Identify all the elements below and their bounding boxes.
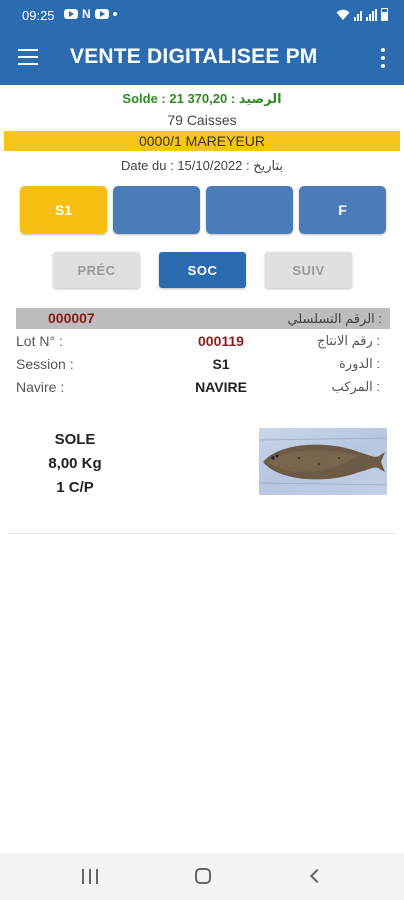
product-details: SOLE 8,00 Kg 1 C/P [30,428,120,500]
signal-icon [366,8,377,21]
navire-label: Navire : [16,379,65,395]
product-name: SOLE [54,431,96,448]
youtube-icon [94,9,109,19]
notification-icons: N [64,7,117,21]
navire-label-ar: المركب : [331,379,380,394]
session-tab-2[interactable] [113,186,200,234]
lot-label: Lot N° : [16,333,63,349]
session-tab-f[interactable]: F [299,186,386,234]
session-label: Session : [16,356,74,372]
serial-number-value: 000007 [48,310,95,326]
lot-navigation: PRÉC SOC SUIV [53,252,353,288]
serial-number-label-ar: الرقم التسلسلي : [287,311,382,326]
navire-row: Navire : NAVIRE المركب : [16,379,390,399]
previous-button[interactable]: PRÉC [53,252,140,288]
app-bar: VENTE DIGITALISEE PM [0,31,404,85]
back-icon[interactable] [309,868,325,884]
sole-fish-photo [259,428,387,495]
solde-balance: Solde : 21 370,20 : الرصيد [122,91,282,106]
youtube-icon [64,9,78,19]
system-navigation-bar [0,853,404,900]
signal-icon [354,9,362,21]
app-title: VENTE DIGITALISEE PM [70,45,318,68]
soc-button[interactable]: SOC [159,252,246,288]
home-icon[interactable] [195,868,211,884]
status-time: 09:25 [22,8,55,23]
recent-apps-icon[interactable] [82,869,98,884]
navire-value: NAVIRE [195,379,247,395]
lot-label-ar: رقم الانتاج : [317,333,380,348]
session-tabs: S1 F [20,186,386,234]
session-label-ar: الدورة : [339,356,380,371]
product-quantity: 1 C/P [56,479,94,496]
status-bar: 09:25 N [0,0,404,31]
lot-value: 000119 [198,333,244,349]
session-value: S1 [212,356,230,372]
next-button[interactable]: SUIV [265,252,352,288]
status-right-icons [336,8,388,21]
product-weight: 8,00 Kg [48,455,102,472]
battery-icon [381,8,388,21]
caisses-count: 79 Caisses [167,112,237,128]
serial-number-bar: 000007 الرقم التسلسلي : [16,308,390,329]
session-tab-s1[interactable]: S1 [20,186,107,234]
more-vertical-icon[interactable] [380,48,386,68]
wifi-icon [336,9,350,20]
mareyeur-banner: 0000/1 MAREYEUR [4,131,400,151]
hamburger-menu-icon[interactable] [18,49,38,65]
session-tab-3[interactable] [206,186,293,234]
sale-date: Date du : 15/10/2022 : بتاريخ [120,158,284,173]
lot-row: Lot N° : 000119 رقم الانتاج : [16,333,390,353]
divider [8,533,396,534]
n-icon: N [82,7,91,21]
dot-icon [112,12,117,16]
session-row: Session : S1 الدورة : [16,356,390,376]
